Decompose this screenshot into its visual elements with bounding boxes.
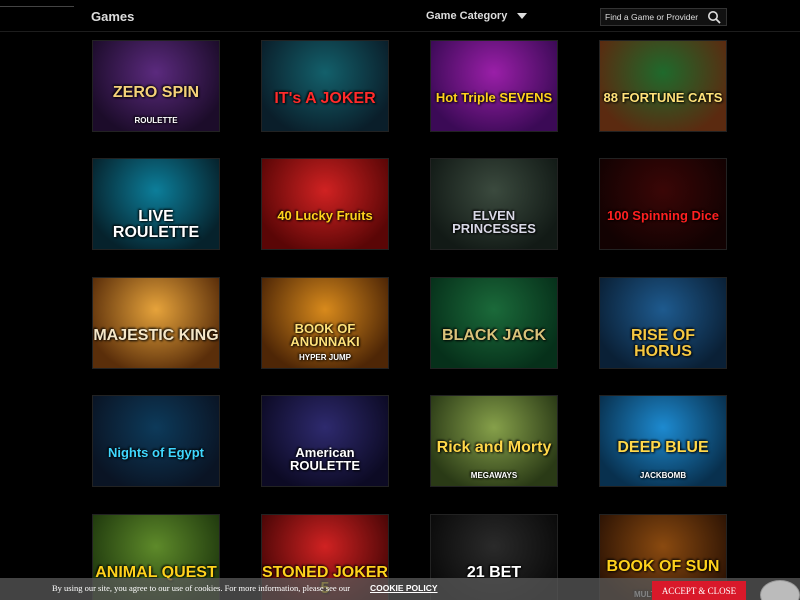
game-thumbnail <box>431 41 557 131</box>
game-tile[interactable]: DEEP BLUE JACKBOMB <box>599 395 727 487</box>
search-box <box>600 8 727 26</box>
game-title: ELVEN PRINCESSES <box>452 208 536 236</box>
game-tile[interactable]: Hot Triple SEVENS <box>430 40 558 132</box>
game-subtitle: MEGAWAYS <box>470 471 518 480</box>
game-thumbnail <box>600 41 726 131</box>
cookie-message: By using our site, you agree to our use … <box>52 583 351 593</box>
game-tile[interactable]: 40 Lucky Fruits <box>261 158 389 250</box>
game-title: IT's A JOKER <box>274 90 376 107</box>
game-tile[interactable]: MAJESTIC KING <box>92 277 220 369</box>
game-title: DEEP BLUE <box>617 439 709 456</box>
chat-bubble-icon[interactable] <box>760 580 800 600</box>
game-tile[interactable]: Nights of Egypt <box>92 395 220 487</box>
game-tile[interactable]: RISE OF HORUS <box>599 277 727 369</box>
game-title: 100 Spinning Dice <box>607 208 719 223</box>
game-title: Rick and Morty <box>436 439 552 456</box>
game-tile[interactable]: ZERO SPIN ROULETTE <box>92 40 220 132</box>
game-tile[interactable]: LIVE ROULETTE <box>92 158 220 250</box>
game-title: Hot Triple SEVENS <box>435 90 553 105</box>
game-thumbnail <box>262 41 388 131</box>
game-title: 88 FORTUNE CATS <box>603 90 723 105</box>
game-tile[interactable]: 100 Spinning Dice <box>599 158 727 250</box>
game-tile[interactable]: BOOK OF ANUNNAKI HYPER JUMP <box>261 277 389 369</box>
game-thumbnail <box>262 159 388 249</box>
chevron-down-icon <box>517 13 528 19</box>
game-category-label: Game Category <box>426 10 508 22</box>
game-tile[interactable]: IT's A JOKER <box>261 40 389 132</box>
game-subtitle: ROULETTE <box>134 116 178 125</box>
game-tile[interactable]: Rick and Morty MEGAWAYS <box>430 395 558 487</box>
game-title: LIVE ROULETTE <box>112 208 200 241</box>
game-title: BOOK OF SUN <box>606 558 720 575</box>
cookie-banner: By using our site, you agree to our use … <box>0 578 800 600</box>
page-title: Games <box>91 9 135 24</box>
accept-close-button[interactable]: ACCEPT & CLOSE <box>652 581 746 600</box>
game-title: BLACK JACK <box>442 327 546 344</box>
game-thumbnail <box>431 278 557 368</box>
search-icon[interactable] <box>707 10 721 24</box>
header-divider <box>0 6 74 7</box>
cookie-policy-link[interactable]: COOKIE POLICY <box>370 583 438 593</box>
game-tile[interactable]: BLACK JACK <box>430 277 558 369</box>
game-title: RISE OF HORUS <box>630 327 695 360</box>
game-category-dropdown[interactable]: Game Category <box>426 10 528 22</box>
game-title: American ROULETTE <box>289 445 361 473</box>
game-title: Nights of Egypt <box>107 445 205 460</box>
game-title: BOOK OF ANUNNAKI <box>290 321 360 349</box>
game-tile[interactable]: ELVEN PRINCESSES <box>430 158 558 250</box>
top-bar: Games Game Category <box>0 0 800 32</box>
search-input[interactable] <box>601 12 707 22</box>
game-thumbnail <box>600 159 726 249</box>
game-title: MAJESTIC KING <box>93 327 219 344</box>
game-subtitle: HYPER JUMP <box>298 353 351 362</box>
game-subtitle: JACKBOMB <box>639 471 687 480</box>
game-title: ZERO SPIN <box>112 84 200 101</box>
game-thumbnail <box>93 396 219 486</box>
game-tile[interactable]: American ROULETTE <box>261 395 389 487</box>
game-thumbnail <box>93 278 219 368</box>
game-tile[interactable]: 88 FORTUNE CATS <box>599 40 727 132</box>
game-title: 40 Lucky Fruits <box>277 208 373 223</box>
